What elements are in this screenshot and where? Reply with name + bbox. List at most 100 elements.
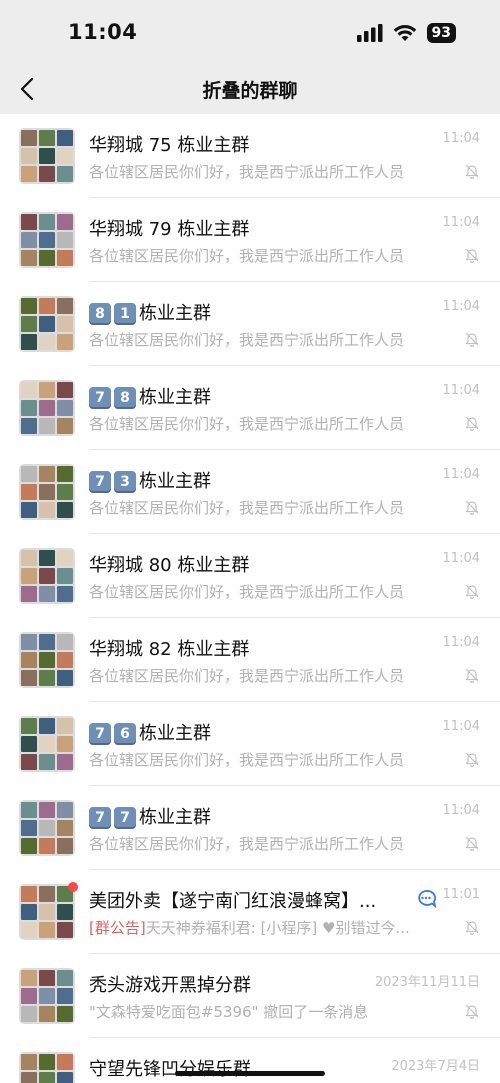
chat-name: 7 8 栋业主群: [89, 383, 409, 409]
member-avatar-tile: [39, 466, 55, 482]
group-avatar: [19, 128, 75, 184]
member-avatar-tile: [39, 736, 55, 752]
member-avatar-tile: [21, 550, 37, 566]
member-avatar-tile: [39, 232, 55, 248]
mention-bubble-icon: [418, 890, 437, 909]
mute-bell-icon: [465, 836, 479, 851]
chat-name-text: 秃头游戏开黑掉分群: [89, 975, 251, 996]
member-avatar-tile: [39, 820, 55, 836]
chat-list-item[interactable]: 8 1 栋业主群 各位辖区居民你们好，我是西宁派出所工作人员 11:04: [0, 282, 500, 366]
member-avatar-tile: [39, 670, 55, 686]
number-badge: 6: [114, 723, 136, 745]
member-avatar-tile: [39, 250, 55, 266]
mute-bell-icon: [465, 164, 479, 179]
chat-preview-text: 各位辖区居民你们好，我是西宁派出所工作人员: [89, 499, 405, 517]
member-avatar-tile: [57, 232, 73, 248]
chat-time: 2023年7月4日: [391, 1059, 480, 1074]
member-avatar-tile: [21, 214, 37, 230]
group-avatar: [19, 296, 75, 352]
chat-list-item[interactable]: 华翔城 79 栋业主群 各位辖区居民你们好，我是西宁派出所工作人员 11:04: [0, 198, 500, 282]
chat-list-item[interactable]: 7 7 栋业主群 各位辖区居民你们好，我是西宁派出所工作人员 11:04: [0, 786, 500, 870]
chat-time: 2023年11月11日: [374, 975, 480, 990]
member-avatar-tile: [21, 382, 37, 398]
chat-name: 7 3 栋业主群: [89, 467, 409, 493]
chat-list-item[interactable]: 华翔城 82 栋业主群 各位辖区居民你们好，我是西宁派出所工作人员 11:04: [0, 618, 500, 702]
member-avatar-tile: [39, 418, 55, 434]
member-avatar-tile: [21, 754, 37, 770]
chat-preview: 各位辖区居民你们好，我是西宁派出所工作人员: [89, 581, 434, 602]
navigation-bar: 折叠的群聊: [0, 64, 500, 114]
mute-bell-icon: [465, 416, 479, 431]
member-avatar-tile: [21, 166, 37, 182]
member-avatar-tile: [21, 718, 37, 734]
member-avatar-tile: [21, 466, 37, 482]
chat-name: 7 6 栋业主群: [89, 719, 409, 745]
member-avatar-tile: [57, 922, 73, 938]
chat-name-text: 华翔城 79 栋业主群: [89, 219, 250, 240]
member-avatar-tile: [39, 130, 55, 146]
member-avatar-tile: [39, 298, 55, 314]
member-avatar-tile: [57, 298, 73, 314]
chat-preview: 各位辖区居民你们好，我是西宁派出所工作人员: [89, 497, 434, 518]
member-avatar-tile: [39, 988, 55, 1004]
wifi-icon: [393, 25, 416, 41]
member-avatar-tile: [57, 670, 73, 686]
chat-name: 秃头游戏开黑掉分群: [89, 971, 409, 997]
member-avatar-tile: [21, 148, 37, 164]
mute-bell-icon: [465, 752, 479, 767]
chat-list-item[interactable]: 7 3 栋业主群各位辖区居民你们好，我是西宁派出所工作人员 11:04: [0, 450, 500, 534]
member-avatar-tile: [21, 922, 37, 938]
chat-list-item[interactable]: 7 6 栋业主群 各位辖区居民你们好，我是西宁派出所工作人员 11:04: [0, 702, 500, 786]
chat-preview-text: 各位辖区居民你们好，我是西宁派出所工作人员: [89, 331, 405, 349]
member-avatar-tile: [21, 232, 37, 248]
member-avatar-tile: [57, 652, 73, 668]
member-avatar-tile: [57, 484, 73, 500]
member-avatar-tile: [21, 652, 37, 668]
chat-preview: 各位辖区居民你们好，我是西宁派出所工作人员: [89, 161, 434, 182]
number-badge: 8: [89, 303, 111, 325]
member-avatar-tile: [57, 550, 73, 566]
number-badge: 7: [114, 807, 136, 829]
member-avatar-tile: [39, 586, 55, 602]
chat-time: 11:04: [442, 719, 480, 734]
member-avatar-tile: [21, 1072, 37, 1083]
chat-time: 11:04: [442, 635, 480, 650]
member-avatar-tile: [39, 970, 55, 986]
chat-preview-text: 各位辖区居民你们好，我是西宁派出所工作人员: [89, 835, 405, 853]
chat-list-item[interactable]: 7 8 栋业主群 各位辖区居民你们好，我是西宁派出所工作人员 11:04: [0, 366, 500, 450]
chat-list-item[interactable]: 华翔城 80 栋业主群 各位辖区居民你们好，我是西宁派出所工作人员 11:04: [0, 534, 500, 618]
member-avatar-tile: [39, 838, 55, 854]
member-avatar-tile: [57, 988, 73, 1004]
member-avatar-tile: [39, 922, 55, 938]
member-avatar-tile: [57, 802, 73, 818]
chat-list-item[interactable]: 守望先锋凹分娱乐群 2023年7月4日: [0, 1038, 500, 1083]
chat-preview-text: "文森特爱吃面包#5396" 撤回了一条消息: [89, 1003, 369, 1021]
chat-name-text: 栋业主群: [139, 807, 211, 828]
member-avatar-tile: [39, 1006, 55, 1022]
member-avatar-tile: [57, 568, 73, 584]
chat-list-item[interactable]: 华翔城 75 栋业主群 各位辖区居民你们好，我是西宁派出所工作人员 11:04: [0, 114, 500, 198]
chat-time: 11:04: [442, 803, 480, 818]
chat-name: 美团外卖【遂宁南门红浪漫蜂窝】...: [89, 887, 409, 913]
chat-list-item[interactable]: 秃头游戏开黑掉分群 "文森特爱吃面包#5396" 撤回了一条消息 2023年11月1…: [0, 954, 500, 1038]
chat-name-text: 栋业主群: [139, 303, 211, 324]
member-avatar-tile: [57, 148, 73, 164]
chat-list-item[interactable]: 美团外卖【遂宁南门红浪漫蜂窝】... [群公告]天天神券福利君: [小程序] ♥别…: [0, 870, 500, 954]
member-avatar-tile: [57, 418, 73, 434]
chat-preview: 各位辖区居民你们好，我是西宁派出所工作人员: [89, 329, 434, 350]
chat-name: 华翔城 75 栋业主群: [89, 131, 409, 157]
member-avatar-tile: [21, 250, 37, 266]
member-avatar-tile: [57, 634, 73, 650]
mute-bell-icon: [465, 920, 479, 935]
chat-preview-text: 天天神券福利君: [小程序] ♥别错过今...: [145, 919, 410, 937]
chat-time: 11:04: [442, 467, 480, 482]
mute-bell-icon: [465, 668, 479, 683]
member-avatar-tile: [21, 586, 37, 602]
member-avatar-tile: [57, 970, 73, 986]
home-indicator: [175, 1071, 325, 1076]
member-avatar-tile: [39, 502, 55, 518]
chat-preview: 各位辖区居民你们好，我是西宁派出所工作人员: [89, 665, 434, 686]
member-avatar-tile: [21, 970, 37, 986]
member-avatar-tile: [39, 334, 55, 350]
member-avatar-tile: [57, 214, 73, 230]
